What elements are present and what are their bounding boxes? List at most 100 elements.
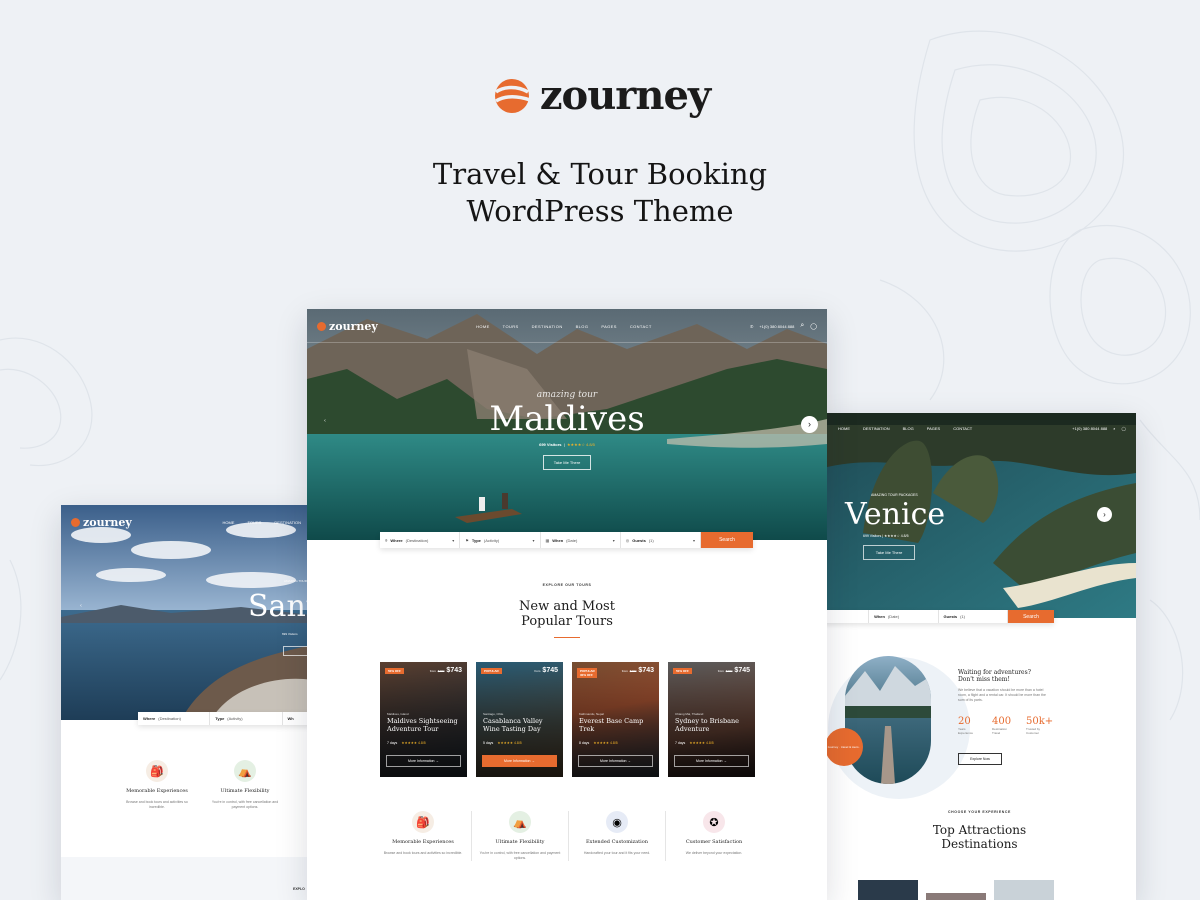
tour-card[interactable]: 50% OFF from $780 $743 Maldives, Island Ma… [380, 662, 467, 777]
left-search-type[interactable]: Type (Activity) [210, 712, 283, 725]
tour-card[interactable]: POPULAR from $745 Santiago, Chile Casabla… [476, 662, 563, 777]
left-logo-mark-icon [71, 517, 80, 527]
center-hero: zourney HOME TOURS DESTINATION BLOG PAGE… [307, 309, 827, 540]
right-nav-pages[interactable]: PAGES [927, 426, 941, 431]
right-nav: HOME DESTINATION BLOG PAGES CONTACT +1(0… [823, 413, 1136, 443]
tour-title[interactable]: Everest Base Camp Trek [579, 717, 653, 733]
calendar-icon: ▦ [545, 537, 550, 543]
left-nav-logo[interactable]: zourney [71, 516, 132, 529]
right-rotating-badge: zourney · travel & tours · [825, 728, 863, 766]
tour-card[interactable]: 50% OFF from $780 $745 Chiang Mai, Thailan… [668, 662, 755, 777]
left-nav-tours[interactable]: TOURS [247, 520, 261, 525]
chevron-down-icon: ▾ [612, 537, 615, 543]
feature-extended-customization: ◉ Extended Customization Handcrafted you… [569, 811, 665, 861]
right-nav-destination[interactable]: DESTINATION [863, 426, 890, 431]
left-hero-title: Sant [248, 589, 311, 624]
left-prev-arrow-icon[interactable]: ‹ [77, 602, 85, 610]
tour-title[interactable]: Sydney to Brisbane Adventure [675, 717, 749, 733]
right-hero: HOME DESTINATION BLOG PAGES CONTACT +1(0… [823, 413, 1136, 618]
feature-ultimate-flexibility: ⛺ Ultimate Flexibility You're in control… [472, 811, 568, 861]
left-nav-home[interactable]: HOME [222, 520, 234, 525]
right-next-arrow-icon[interactable]: › [1097, 507, 1112, 522]
right-section-eyebrow: CHOOSE YOUR EXPERIENCE [948, 810, 1011, 814]
search-guests-field[interactable]: ◎ Guests (1) ▾ [621, 532, 701, 548]
right-hero-meta: 699 Visitors | ★★★★☆ 4.8/5 [863, 534, 909, 538]
center-nav: zourney HOME TOURS DESTINATION BLOG PAGE… [307, 309, 827, 343]
nav-item-blog[interactable]: BLOG [576, 324, 589, 329]
nav-item-pages[interactable]: PAGES [601, 324, 617, 329]
more-information-button[interactable]: More Information → [386, 755, 461, 767]
center-section-title: New and Most Popular Tours [307, 599, 827, 638]
tour-card[interactable]: POPULAR 30% OFF from $780 $743 Kathmandu, … [572, 662, 659, 777]
feature-memorable-experiences: 🎒 Memorable Experiences Browse and book … [375, 811, 471, 861]
search-button[interactable]: Search [701, 532, 753, 548]
brand-name: zourney [539, 72, 711, 119]
right-search-guests[interactable]: Guests (1) [939, 610, 1009, 623]
more-information-button[interactable]: More Information → [482, 755, 557, 767]
right-section-title: Top Attractions Destinations [932, 823, 1027, 851]
tour-location: Maldives, Island [387, 712, 409, 716]
take-me-there-button[interactable]: Take Me There [542, 455, 592, 470]
user-icon[interactable]: ◯ [1122, 426, 1126, 431]
right-hero-title: Venice [845, 497, 946, 532]
tour-info: 7 days ★★★★★ 4.8/5 [387, 741, 426, 745]
nav-item-destination[interactable]: DESTINATION [532, 324, 563, 329]
tour-price: from $780 $743 [621, 667, 654, 674]
chevron-down-icon: ▾ [692, 537, 695, 543]
tour-badge: 50% OFF [673, 668, 692, 674]
nav-item-contact[interactable]: CONTACT [630, 324, 652, 329]
title-underline [554, 637, 580, 638]
center-nav-phone[interactable]: +1(0) 380 8044 888 [759, 324, 794, 329]
center-nav-menu: HOME TOURS DESTINATION BLOG PAGES CONTAC… [476, 324, 652, 329]
compass-icon: ✪ [703, 811, 725, 833]
tour-title[interactable]: Casablanca Valley Wine Tasting Day [483, 717, 557, 733]
headline-line-2: WordPress Theme [466, 194, 734, 228]
search-where-field[interactable]: ⌾ Where (Destination) ▾ [380, 532, 461, 548]
nav-item-tours[interactable]: TOURS [503, 324, 519, 329]
right-search-when[interactable]: When (Date) [869, 610, 939, 623]
tour-location: Santiago, Chile [483, 712, 504, 716]
search-icon[interactable]: ⌕ [1113, 426, 1115, 431]
chevron-down-icon: ▾ [532, 537, 535, 543]
left-features: 🎒 Memorable Experiences Browse and book … [113, 760, 289, 810]
chevron-down-icon: ▾ [452, 537, 455, 543]
right-nav-home[interactable]: HOME [838, 426, 850, 431]
right-destination-card[interactable] [858, 880, 918, 900]
tour-title[interactable]: Maldives Sightseeing Adventure Tour [387, 717, 461, 733]
right-nav-blog[interactable]: BLOG [903, 426, 914, 431]
right-stat-destinations: 400 Destination Travel [992, 716, 1012, 735]
left-search-bar: Where (Destination) Type (Activity) Wh [138, 712, 311, 725]
search-type-field[interactable]: ⚑ Type (Activity) ▾ [460, 532, 541, 548]
right-nav-contact[interactable]: CONTACT [953, 426, 972, 431]
right-search-button[interactable]: Search [1008, 610, 1055, 623]
nav-item-home[interactable]: HOME [476, 324, 490, 329]
tour-info: 5 days ★★★★★ 4.8/5 [483, 741, 522, 745]
left-nav: zourney HOME TOURS DESTINATION [61, 505, 311, 539]
right-hero-button[interactable]: Take Me There [863, 545, 915, 560]
right-search-bar: When (Date) Guests (1) Search [823, 610, 1055, 623]
more-information-button[interactable]: More Information → [674, 755, 749, 767]
more-information-button[interactable]: More Information → [578, 755, 653, 767]
right-explore-button[interactable]: Explore Now [958, 753, 1002, 765]
center-section-eyebrow: EXPLORE OUR TOURS [542, 583, 592, 587]
tour-badge: POPULAR [481, 668, 502, 674]
right-destination-card[interactable] [926, 893, 986, 900]
left-search-where[interactable]: Where (Destination) [138, 712, 211, 725]
phone-icon: ✆ [749, 323, 754, 329]
right-stat-customers: 50k+ Trusted by Customer [1026, 716, 1054, 735]
tour-price: from $745 [534, 667, 558, 674]
tour-badge: POPULAR 30% OFF [577, 668, 597, 678]
user-icon[interactable]: ◯ [810, 323, 817, 330]
hero-script: amazing tour [536, 390, 598, 400]
search-icon[interactable]: ⌕ [800, 322, 804, 330]
right-nav-phone[interactable]: +1(0) 380 8044 888 [1072, 426, 1107, 431]
left-nav-destination[interactable]: DESTINATION [274, 520, 301, 525]
location-pin-icon: ⌾ [385, 537, 388, 543]
right-nav-right: +1(0) 380 8044 888 ⌕ ◯ [1072, 426, 1126, 431]
right-destination-card[interactable] [994, 880, 1054, 900]
right-search-type[interactable] [823, 610, 870, 623]
tour-info: 7 days ★★★★★ 4.8/5 [675, 741, 714, 745]
center-nav-logo[interactable]: zourney [317, 320, 378, 333]
left-screen-mockup: zourney HOME TOURS DESTINATION ‹ AMAZING… [61, 505, 311, 900]
search-when-field[interactable]: ▦ When (Date) ▾ [541, 532, 621, 548]
